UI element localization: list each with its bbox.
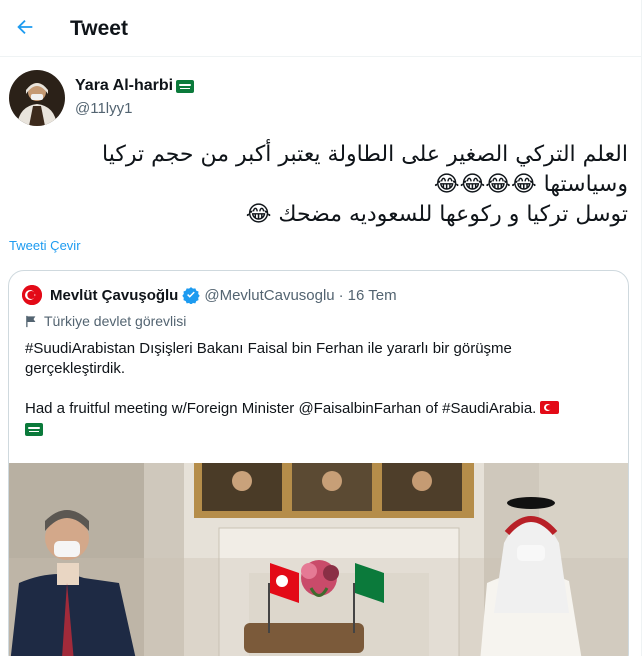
saudi-flag-icon [176,79,195,93]
account-label: Türkiye devlet görevlisi [25,313,186,329]
tweet-text-line: العلم التركي الصغير على الطاولة يعتبر أك… [102,142,628,167]
account-label-text: Türkiye devlet görevlisi [44,313,187,329]
verified-badge-icon [182,287,201,304]
quote-date: 16 Tem [347,286,397,304]
quoted-tweet[interactable]: Mevlüt Çavuşoğlu @MevlutCavusoglu · 16 T… [8,270,629,656]
quote-text-part: of [421,400,443,417]
quote-author-avatar [22,285,42,305]
tweet-text-line: وسياستها 😂😂😂😂 [433,172,628,197]
saudi-flag-icon [25,423,43,436]
quote-text-english: Had a fruitful meeting w/Foreign Ministe… [25,399,615,419]
quote-text: #SuudiArabistan Dışişleri Bakanı Faisal … [25,339,615,442]
tweet-text-line: توسل تركيا و ركوعها للسعوديه مضحك 😂 [245,202,628,227]
page-header: Tweet [0,0,642,57]
flag-icon [26,315,36,327]
page-title: Tweet [70,17,128,40]
author-handle[interactable]: @11lyy1 [75,100,132,117]
quote-text-part: Had a fruitful meeting w/Foreign Ministe… [25,400,299,417]
author-name[interactable]: Yara Al-harbi [75,77,173,95]
tweet-text: العلم التركي الصغير على الطاولة يعتبر أك… [8,140,628,230]
quote-author-handle: @MevlutCavusoglu [204,286,335,304]
mention-link[interactable]: @FaisalbinFarhan [298,400,421,417]
back-button[interactable] [8,10,42,44]
translate-tweet-link[interactable]: Tweeti Çevir [9,238,81,253]
separator-dot: · [338,286,344,304]
author-avatar[interactable] [9,70,65,126]
hashtag-link[interactable]: #SaudiArabia. [442,400,536,417]
quote-photo[interactable] [9,463,629,656]
author-name-row[interactable]: Yara Al-harbi [75,77,195,95]
arrow-left-icon [17,19,33,35]
quote-text-turkish: #SuudiArabistan Dışişleri Bakanı Faisal … [25,340,512,377]
turkey-flag-icon [540,401,560,414]
quote-author-name: Mevlüt Çavuşoğlu [50,286,179,304]
quote-author-row: Mevlüt Çavuşoğlu @MevlutCavusoglu · 16 T… [50,286,397,304]
